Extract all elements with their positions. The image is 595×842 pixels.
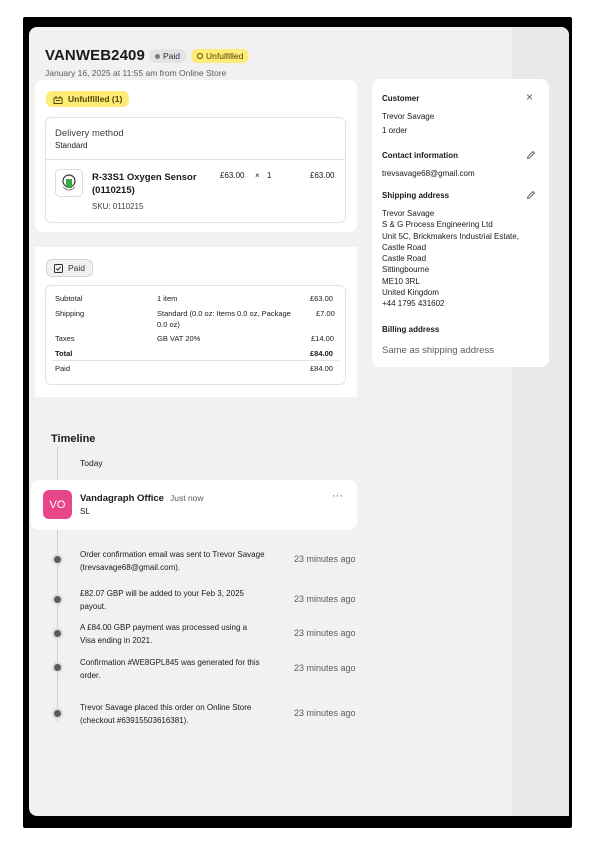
total-amount: £84.00 (310, 349, 333, 358)
product-name-line2[interactable]: (0110215) (92, 185, 135, 196)
payment-status-badge: Paid (149, 49, 187, 63)
timeline-event: £82.07 GBP will be added to your Feb 3, … (80, 587, 280, 613)
address-line: Castle Road (382, 254, 427, 264)
event-time: 23 minutes ago (294, 708, 356, 718)
payment-status-label: Paid (163, 51, 181, 61)
timeline-event: A £84.00 GBP payment was processed using… (80, 621, 280, 647)
fulfillment-status-label: Unfulfilled (206, 51, 244, 61)
address-line: United Kingdom (382, 288, 439, 298)
avatar: VO (43, 490, 72, 519)
package-icon (53, 95, 63, 104)
shipping-label: Shipping (55, 309, 85, 318)
address-line: Trevor Savage (382, 209, 435, 218)
edit-pencil-icon[interactable] (526, 190, 536, 200)
shipping-desc: Standard (0.0 oz: Items 0.0 oz, Package (157, 309, 291, 318)
event-text: A £84.00 GBP payment was processed using… (80, 623, 248, 632)
event-time: 23 minutes ago (294, 663, 356, 673)
edit-pencil-icon[interactable] (526, 150, 536, 160)
product-quantity: 1 (267, 171, 272, 180)
timeline-dot-icon (52, 594, 63, 605)
divider (46, 159, 345, 160)
address-line: Castle Road (382, 242, 427, 252)
delivery-method-value: Standard (55, 141, 88, 150)
subtotal-label: Subtotal (55, 294, 83, 303)
status-ring-icon (197, 53, 203, 59)
shipping-address-block: Trevor Savage S & G Process Engineering … (382, 208, 519, 310)
order-subtitle: January 16, 2025 at 11:55 am from Online… (45, 68, 227, 78)
shipping-amount: £7.00 (316, 309, 335, 318)
address-line: Unit 5C, Brickmakers Industrial Estate, (382, 231, 519, 241)
product-thumbnail[interactable] (55, 169, 83, 197)
timeline-event: Order confirmation email was sent to Tre… (80, 548, 280, 574)
more-options-icon[interactable]: ··· (332, 490, 343, 502)
unfulfilled-chip: Unfulfilled (1) (46, 91, 130, 107)
customer-title: Customer (382, 94, 420, 103)
oxygen-sensor-icon (62, 174, 76, 191)
paid-label: Paid (55, 364, 71, 373)
billing-address-value: Same as shipping address (382, 345, 494, 356)
paid-chip: Paid (46, 259, 94, 277)
event-text: £82.07 GBP will be added to your Feb 3, … (80, 589, 244, 598)
event-time: 23 minutes ago (294, 628, 356, 638)
event-text: Confirmation #WE8GPL845 was generated fo… (80, 658, 260, 667)
shipping-desc-line2: 0.0 oz) (157, 320, 180, 329)
event-text-line2[interactable]: (trevsavage68@gmail.com). (80, 561, 280, 574)
delivery-method-label: Delivery method (55, 128, 124, 139)
product-sku: SKU: 0110215 (92, 202, 144, 211)
event-time: 23 minutes ago (294, 594, 356, 604)
product-name[interactable]: R-33S1 Oxygen Sensor (92, 172, 197, 183)
event-text-line2[interactable]: (checkout #63915503616381). (80, 714, 280, 727)
subtotal-amount: £63.00 (310, 294, 333, 303)
product-times: × (255, 171, 260, 180)
comment-time: Just now (170, 493, 204, 503)
taxes-amount: £14.00 (311, 334, 334, 343)
event-text: Order confirmation email was sent to Tre… (80, 550, 265, 559)
timeline-dot-icon (52, 628, 63, 639)
unfulfilled-chip-label: Unfulfilled (1) (68, 94, 123, 104)
customer-order-count: 1 order (382, 126, 408, 135)
comment-author: Vandagraph Office (80, 493, 164, 504)
product-price: £63.00 (220, 171, 245, 180)
timeline-comment-card (31, 480, 357, 530)
timeline-event: Confirmation #WE8GPL845 was generated fo… (80, 656, 280, 682)
address-line: S & G Process Engineering Ltd (382, 220, 493, 230)
address-line: ME10 3RL (382, 276, 420, 286)
event-text-line2: order. (80, 671, 101, 680)
taxes-label: Taxes (55, 334, 75, 343)
timeline-event: Trevor Savage placed this order on Onlin… (80, 701, 280, 727)
paid-amount: £84.00 (310, 364, 333, 373)
event-text-line2: payout. (80, 602, 107, 611)
status-dot-icon (155, 53, 160, 59)
receipt-check-icon (54, 263, 63, 273)
timeline-title: Timeline (51, 433, 96, 445)
timeline-dot-icon (52, 662, 63, 673)
customer-email[interactable]: trevsavage68@gmail.com (382, 168, 475, 179)
event-text: Trevor Savage placed this order on Onlin… (80, 703, 252, 712)
customer-name[interactable]: Trevor Savage (382, 111, 434, 122)
contact-info-title: Contact information (382, 151, 458, 160)
shipping-address-title: Shipping address (382, 191, 450, 200)
total-label: Total (55, 349, 73, 358)
subtotal-desc: 1 item (157, 294, 178, 303)
comment-body: SL (80, 507, 90, 516)
product-line-total: £63.00 (310, 171, 335, 180)
fulfillment-status-badge: Unfulfilled (191, 49, 250, 63)
close-icon[interactable]: × (526, 90, 533, 104)
event-text-line2: Visa ending in 2021. (80, 636, 153, 645)
event-time: 23 minutes ago (294, 554, 356, 564)
timeline-dot-icon (52, 708, 63, 719)
billing-address-title: Billing address (382, 325, 440, 334)
address-line: Sittingbourne (382, 265, 430, 275)
timeline-dot-icon (52, 554, 63, 565)
address-line: +44 1795 431602 (382, 299, 445, 309)
divider (52, 360, 339, 361)
timeline-today: Today (80, 458, 103, 468)
order-title: VANWEB2409 (45, 47, 145, 64)
taxes-desc: GB VAT 20% (157, 334, 201, 343)
paid-chip-label: Paid (68, 263, 86, 273)
